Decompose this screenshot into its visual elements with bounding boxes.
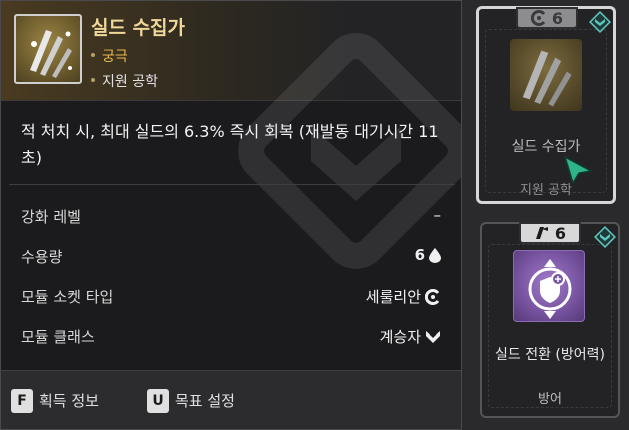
key-f[interactable]: F: [11, 389, 33, 413]
card-module-category: 방어: [538, 392, 562, 407]
tooltip-footer: F 획득 정보 U 목표 설정: [1, 370, 461, 429]
module-effect-description: 적 처치 시, 최대 실드의 6.3% 즉시 회복 (재발동 대기시간 11초): [21, 122, 439, 167]
descendant-class-badge-icon: [589, 11, 611, 33]
stat-value-text: 계승자: [379, 328, 421, 346]
cerulean-socket-icon: [425, 288, 440, 305]
malachite-socket-icon: [535, 227, 548, 239]
descendant-class-icon: [426, 330, 440, 343]
shield-collector-icon: [510, 39, 582, 111]
card-capacity: 6: [554, 223, 567, 243]
drop-icon: [429, 247, 441, 263]
card-capacity-badge: 6: [519, 222, 581, 244]
stat-label: 강화 레벨: [21, 208, 81, 226]
stat-capacity: 수용량 6: [21, 244, 441, 268]
set-target-action[interactable]: 목표 설정: [175, 390, 235, 411]
stat-value: 계승자: [380, 326, 441, 347]
module-tier: 궁극: [91, 46, 128, 66]
module-title: 실드 수집가: [91, 17, 186, 39]
acquisition-info-action[interactable]: 획득 정보: [39, 390, 99, 411]
stat-value: 세룰리안: [366, 286, 441, 307]
stat-value-text: 6: [414, 246, 425, 264]
module-tier-text: 궁극: [102, 49, 128, 65]
module-category-text: 지원 공학: [102, 74, 158, 90]
descendant-class-badge-icon: [594, 226, 616, 248]
cerulean-socket-icon: [530, 10, 546, 26]
stat-module-class: 모듈 클래스 계승자: [21, 324, 441, 348]
module-card-shield-collector[interactable]: 6 실드 수집가 지원 공학: [476, 6, 616, 204]
stat-value: 6: [415, 246, 441, 264]
stat-label: 모듈 소켓 타입: [21, 288, 114, 306]
module-card-shield-conversion[interactable]: 6 실드 전환 (방어력) 방어: [480, 222, 620, 418]
stat-enhancement-level: 강화 레벨 –: [21, 204, 441, 228]
key-u[interactable]: U: [147, 389, 169, 413]
divider: [9, 184, 455, 185]
stat-label: 모듈 클래스: [21, 328, 95, 346]
stat-value: –: [434, 206, 442, 224]
mouse-cursor-icon: [563, 155, 593, 185]
stat-value-text: 세룰리안: [365, 288, 421, 306]
stat-value-text: –: [433, 206, 442, 224]
stat-label: 수용량: [21, 248, 63, 266]
card-module-name: 실드 전환 (방어력): [495, 347, 605, 363]
shield-conversion-icon: [513, 250, 585, 322]
stat-socket-type: 모듈 소켓 타입 세룰리안: [21, 284, 441, 308]
module-category: 지원 공학: [91, 71, 158, 91]
module-tooltip: 실드 수집가 궁극 지원 공학 적 처치 시, 최대 실드의 6.3% 즉시 회…: [0, 0, 462, 430]
card-module-name: 실드 수집가: [511, 139, 581, 155]
card-capacity-badge: 6: [516, 7, 578, 29]
shield-collector-icon: [14, 14, 82, 84]
card-capacity: 6: [551, 8, 564, 28]
